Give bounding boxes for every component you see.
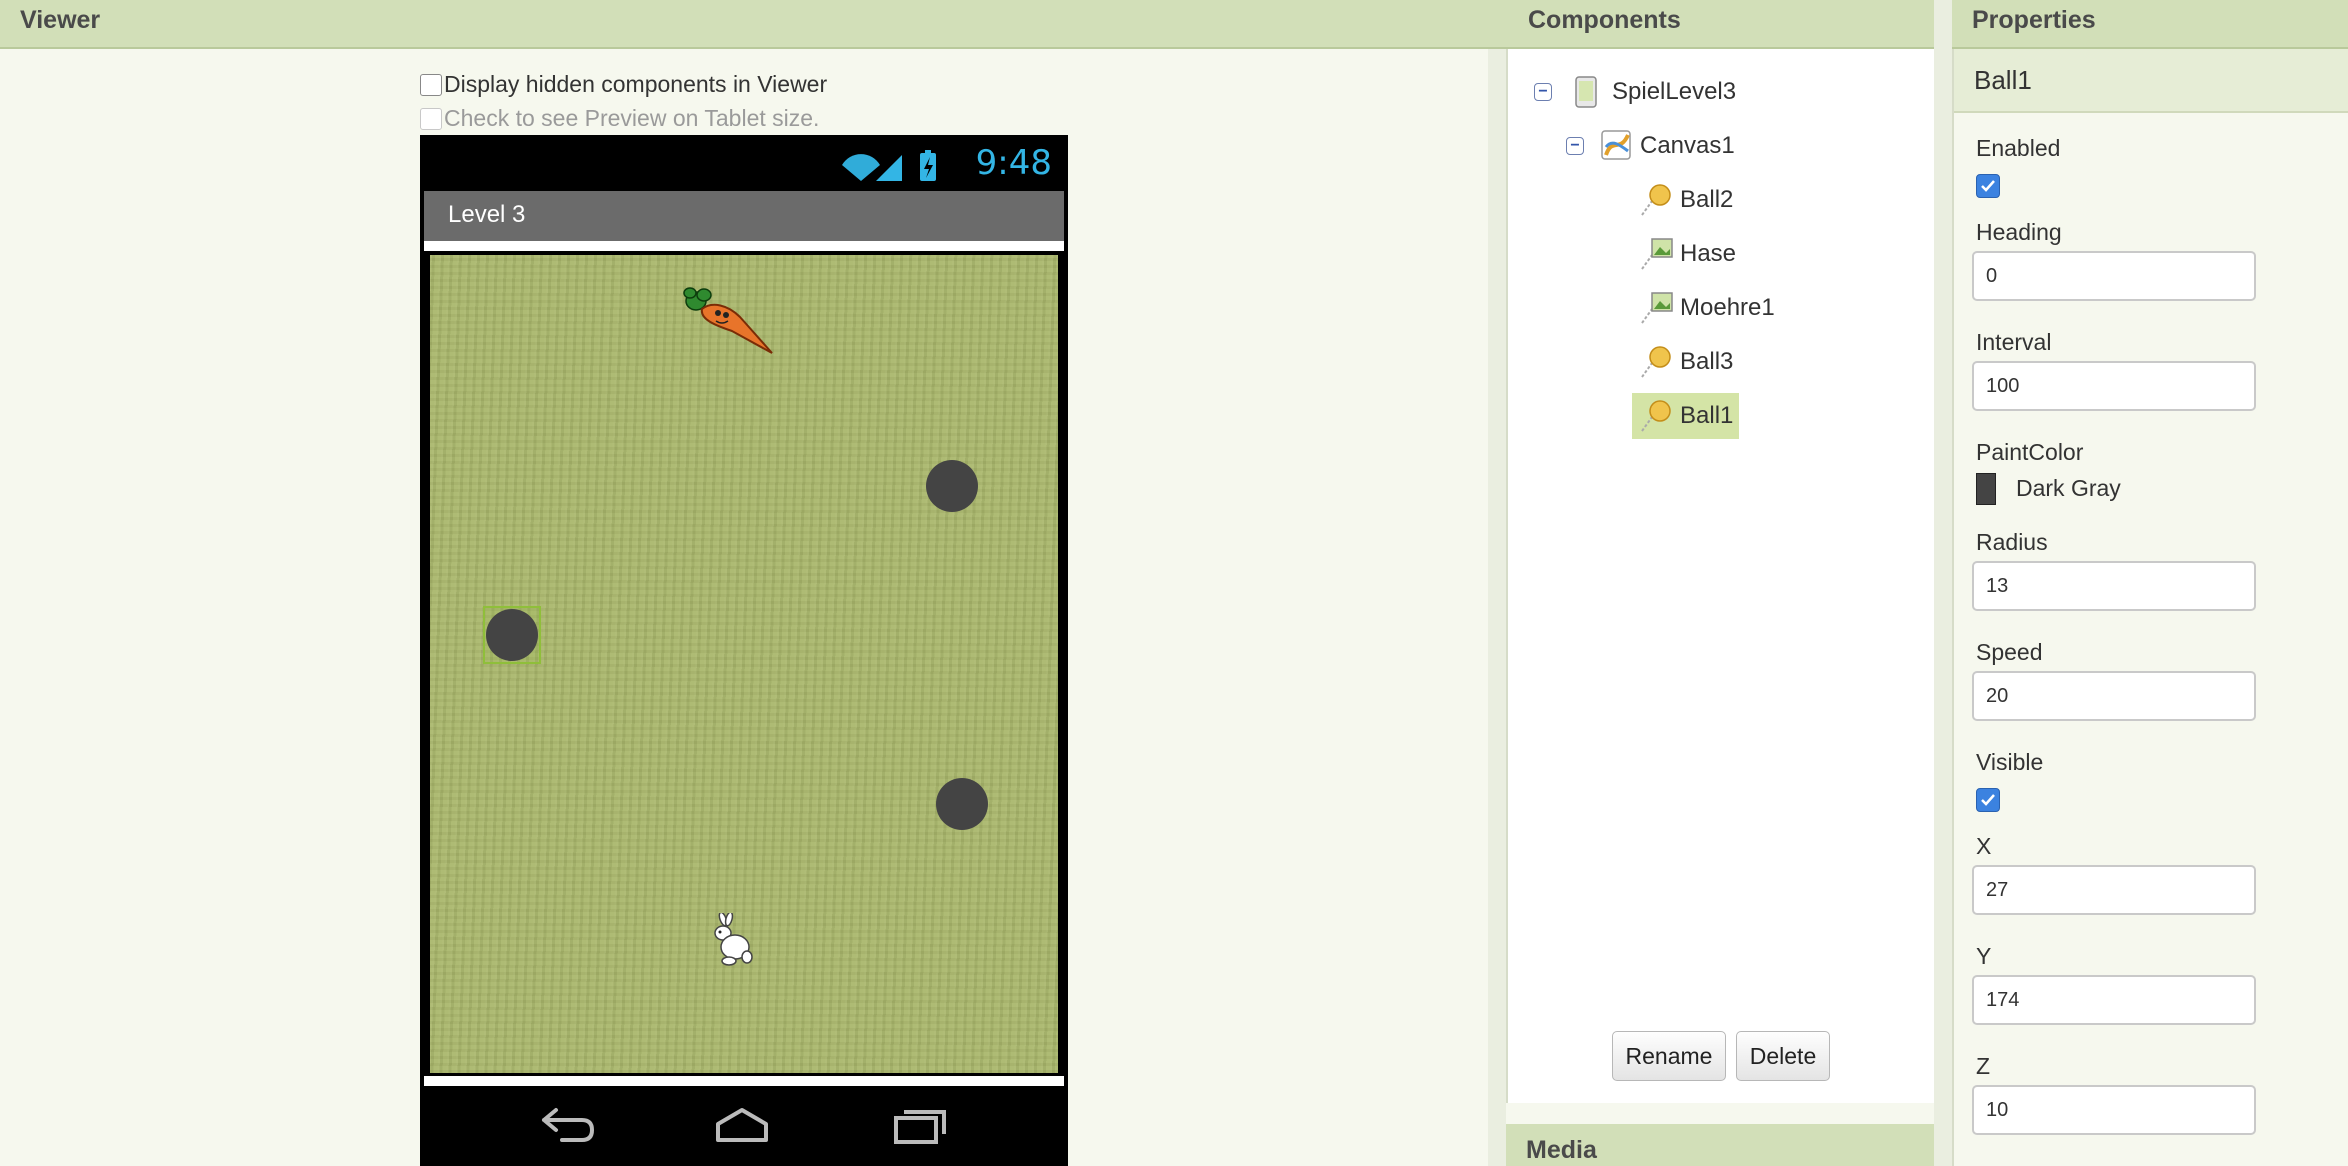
collapse-toggle-icon[interactable]: − bbox=[1534, 83, 1552, 101]
heading-label: Heading bbox=[1976, 219, 2062, 245]
screen-icon bbox=[1572, 75, 1606, 109]
tree-item-label: Canvas1 bbox=[1640, 132, 1735, 159]
rename-button[interactable]: Rename bbox=[1612, 1031, 1726, 1081]
radius-input[interactable]: 13 bbox=[1972, 561, 2256, 611]
imagesprite-icon bbox=[1640, 291, 1674, 325]
visible-label: Visible bbox=[1976, 749, 2044, 775]
canvas1[interactable] bbox=[430, 255, 1058, 1073]
tree-item-spiellevel3[interactable]: − SpielLevel3 bbox=[1534, 69, 1736, 115]
tablet-preview-label: Check to see Preview on Tablet size. bbox=[444, 105, 820, 131]
properties-header: Properties bbox=[1952, 0, 2348, 49]
checkbox-box[interactable] bbox=[420, 73, 442, 96]
android-nav-bar bbox=[420, 1086, 1068, 1166]
app-inventor-designer: Viewer Display hidden components in View… bbox=[0, 0, 2348, 1166]
canvas-icon bbox=[1600, 129, 1634, 163]
x-input[interactable]: 27 bbox=[1972, 865, 2256, 915]
app-title: Level 3 bbox=[448, 201, 526, 228]
ball2-sprite[interactable] bbox=[926, 460, 978, 512]
ball-icon bbox=[1640, 399, 1674, 433]
enabled-checkbox[interactable] bbox=[1976, 174, 2000, 198]
z-label: Z bbox=[1976, 1053, 1991, 1079]
media-header: Media bbox=[1506, 1124, 1934, 1166]
panel-gutter bbox=[1488, 0, 1506, 1166]
z-input[interactable]: 10 bbox=[1972, 1085, 2256, 1135]
status-bar: 9:48 bbox=[420, 135, 1068, 191]
speed-input[interactable]: 20 bbox=[1972, 671, 2256, 721]
enabled-label: Enabled bbox=[1976, 135, 2061, 161]
y-input[interactable]: 174 bbox=[1972, 975, 2256, 1025]
interval-label: Interval bbox=[1976, 329, 2052, 355]
paintcolor-value[interactable]: Dark Gray bbox=[2016, 475, 2121, 502]
tree-item-ball3[interactable]: Ball3 bbox=[1640, 339, 1733, 385]
tree-item-canvas1[interactable]: − Canvas1 bbox=[1566, 123, 1735, 169]
phone-preview: 9:48 Level 3 bbox=[420, 135, 1068, 1166]
viewer-header: Viewer bbox=[0, 0, 1488, 49]
collapse-toggle-icon[interactable]: − bbox=[1566, 137, 1584, 155]
selected-component-name: Ball1 bbox=[1954, 49, 2348, 113]
tree-item-label: Moehre1 bbox=[1680, 294, 1775, 321]
display-hidden-checkbox[interactable]: Display hidden components in Viewer bbox=[420, 71, 827, 98]
properties-panel: Ball1 Enabled Heading 0 Interval 100 Pai… bbox=[1952, 49, 2348, 1166]
speed-label: Speed bbox=[1976, 639, 2043, 665]
tree-item-moehre1[interactable]: Moehre1 bbox=[1640, 285, 1775, 331]
imagesprite-icon bbox=[1640, 237, 1674, 271]
tree-item-label: Ball2 bbox=[1680, 186, 1734, 213]
tree-item-ball2[interactable]: Ball2 bbox=[1640, 177, 1733, 223]
ball3-sprite[interactable] bbox=[936, 778, 988, 830]
interval-input[interactable]: 100 bbox=[1972, 361, 2256, 411]
paintcolor-label: PaintColor bbox=[1976, 439, 2084, 465]
tree-item-ball1[interactable]: Ball1 bbox=[1632, 393, 1740, 439]
status-time: 9:48 bbox=[975, 143, 1052, 183]
checkmark-icon bbox=[1981, 794, 1995, 806]
visible-checkbox[interactable] bbox=[1976, 788, 2000, 812]
tablet-preview-checkbox[interactable]: Check to see Preview on Tablet size. bbox=[420, 105, 819, 132]
tree-item-label: SpielLevel3 bbox=[1612, 78, 1737, 105]
checkmark-icon bbox=[1981, 180, 1995, 192]
paintcolor-swatch[interactable] bbox=[1976, 473, 1996, 505]
tree-item-label: Hase bbox=[1680, 240, 1737, 267]
recents-icon[interactable] bbox=[890, 1104, 950, 1146]
checkbox-box[interactable] bbox=[420, 107, 442, 130]
components-panel: − SpielLevel3 − Canvas1 Ball2 Hase Moehr… bbox=[1506, 49, 1934, 1103]
wifi-icon bbox=[842, 154, 880, 181]
heading-input[interactable]: 0 bbox=[1972, 251, 2256, 301]
canvas-divider bbox=[424, 1076, 1064, 1086]
tree-item-hase[interactable]: Hase bbox=[1640, 231, 1736, 277]
ball1-sprite[interactable] bbox=[486, 609, 538, 661]
x-label: X bbox=[1976, 833, 1992, 859]
components-header: Components bbox=[1488, 0, 1934, 49]
status-icons bbox=[842, 150, 936, 181]
rabbit-sprite[interactable] bbox=[707, 913, 757, 969]
carrot-sprite[interactable] bbox=[682, 287, 774, 359]
ball-icon bbox=[1640, 345, 1674, 379]
display-hidden-label: Display hidden components in Viewer bbox=[444, 71, 828, 97]
radius-label: Radius bbox=[1976, 529, 2048, 555]
app-title-bar: Level 3 bbox=[424, 191, 1064, 251]
ball-icon bbox=[1640, 183, 1674, 217]
tree-item-label: Ball1 bbox=[1680, 402, 1734, 429]
panel-gutter bbox=[1934, 0, 1952, 1166]
home-icon[interactable] bbox=[712, 1106, 772, 1146]
signal-icon bbox=[876, 155, 902, 181]
battery-icon bbox=[920, 150, 936, 181]
back-icon[interactable] bbox=[538, 1106, 598, 1146]
delete-button[interactable]: Delete bbox=[1736, 1031, 1830, 1081]
tree-item-label: Ball3 bbox=[1680, 348, 1734, 375]
y-label: Y bbox=[1976, 943, 1992, 969]
